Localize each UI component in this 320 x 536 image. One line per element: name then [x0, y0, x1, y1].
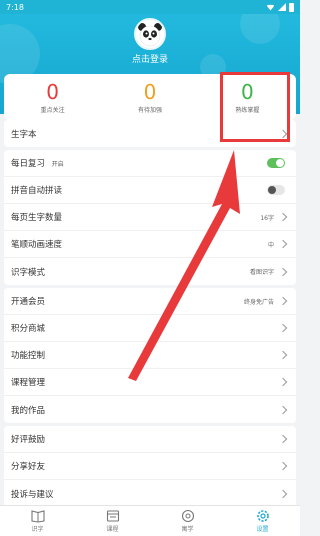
chevron-right-icon [278, 434, 288, 444]
chevron-right-icon [278, 377, 288, 387]
stat-focus-value: 0 [46, 79, 60, 104]
book-icon [30, 510, 45, 523]
annotation-highlight-box [220, 72, 290, 142]
course-icon [106, 510, 119, 522]
stat-improve-value: 0 [143, 79, 157, 104]
tab-label: 寓学 [181, 526, 194, 533]
menu-item-value: 终身免广告 [243, 298, 274, 306]
tab-settings[interactable]: 设置 [225, 506, 300, 536]
menu-item-share[interactable]: 分享好友 [4, 453, 296, 480]
tab-label: 课程 [106, 526, 119, 533]
feedback-section: 好评鼓励 分享好友 投诉与建议 [4, 426, 296, 507]
auto-pinyin-row: 拼音自动拼读 [4, 177, 296, 204]
chevron-right-icon [278, 323, 288, 333]
menu-item-label: 投诉与建议 [11, 489, 54, 500]
login-link[interactable]: 点击登录 [0, 52, 300, 65]
daily-review-tag: 开启 [51, 161, 64, 168]
status-bar: 7:18 [0, 0, 300, 14]
daily-review-label: 每日复习 [11, 159, 46, 169]
tab-study[interactable]: 寓学 [150, 506, 225, 536]
gear-icon [256, 510, 269, 522]
chars-per-page-label: 每页生字数量 [11, 213, 63, 223]
bottom-tab-bar: 识字 课程 寓学 设置 [0, 505, 300, 536]
tab-courses[interactable]: 课程 [75, 506, 150, 536]
compass-icon [181, 509, 194, 523]
mode-row[interactable]: 识字模式 看图识字 [4, 258, 296, 285]
auto-pinyin-toggle[interactable] [267, 185, 285, 195]
auto-pinyin-label: 拼音自动拼读 [11, 186, 63, 196]
mode-label: 识字模式 [11, 267, 46, 278]
avatar[interactable] [134, 18, 166, 50]
stat-improve[interactable]: 0 有待加强 [101, 74, 198, 120]
menu-item-label: 课程管理 [11, 378, 46, 388]
stat-improve-label: 有待加强 [137, 106, 162, 114]
menu-item-label: 积分商城 [11, 324, 46, 334]
stat-focus-label: 重点关注 [40, 106, 65, 114]
chevron-right-icon [278, 461, 288, 471]
menu-item-feedback[interactable]: 投诉与建议 [4, 480, 296, 507]
settings-section: 每日复习 开启 拼音自动拼读 每页生字数量 16字 笔顺动画速度 中 识字模式 … [4, 150, 296, 285]
tab-label: 识字 [31, 526, 44, 533]
status-time: 7:18 [6, 2, 24, 12]
menu-item-label: 功能控制 [11, 351, 46, 361]
daily-review-row: 每日复习 开启 [4, 150, 296, 177]
signal-icon [278, 3, 286, 11]
menu-item-my-works[interactable]: 我的作品 [4, 396, 296, 423]
menu-item-course-management[interactable]: 课程管理 [4, 369, 296, 396]
wifi-icon [266, 4, 275, 11]
stroke-speed-label: 笔顺动画速度 [11, 240, 63, 250]
chevron-right-icon [278, 405, 288, 414]
mode-value: 看图识字 [249, 269, 274, 276]
chevron-right-icon [278, 296, 288, 306]
daily-review-label-wrap: 每日复习 开启 [11, 157, 267, 169]
stroke-speed-row[interactable]: 笔顺动画速度 中 [4, 231, 296, 258]
battery-icon [289, 2, 294, 12]
status-icons [266, 2, 294, 12]
menu-item-points-mall[interactable]: 积分商城 [4, 315, 296, 342]
toggle-knob [276, 159, 284, 167]
menu-item-membership[interactable]: 开通会员 终身免广告 [4, 288, 296, 315]
menu-item-label: 好评鼓励 [11, 435, 46, 445]
stat-focus[interactable]: 0 重点关注 [4, 74, 101, 120]
chars-per-page-value: 16字 [260, 214, 274, 222]
menu-section: 开通会员 终身免广告 积分商城 功能控制 课程管理 我的作品 [4, 288, 296, 423]
menu-item-feature-control[interactable]: 功能控制 [4, 342, 296, 369]
panda-avatar-icon [138, 23, 162, 47]
tab-literacy[interactable]: 识字 [0, 506, 75, 536]
tab-label: 设置 [256, 526, 269, 533]
chars-per-page-row[interactable]: 每页生字数量 16字 [4, 204, 296, 231]
stroke-speed-value: 中 [267, 241, 274, 249]
chevron-right-icon [278, 212, 288, 222]
menu-item-rate[interactable]: 好评鼓励 [4, 426, 296, 453]
chevron-right-icon [278, 267, 288, 276]
menu-item-label: 开通会员 [11, 297, 46, 307]
chevron-right-icon [278, 239, 288, 249]
menu-item-label: 我的作品 [11, 405, 46, 416]
header-decoration [240, 14, 280, 44]
toggle-knob [268, 186, 276, 194]
daily-review-toggle[interactable] [267, 158, 285, 168]
menu-item-label: 分享好友 [11, 462, 46, 472]
chevron-right-icon [278, 489, 288, 498]
chevron-right-icon [278, 350, 288, 360]
